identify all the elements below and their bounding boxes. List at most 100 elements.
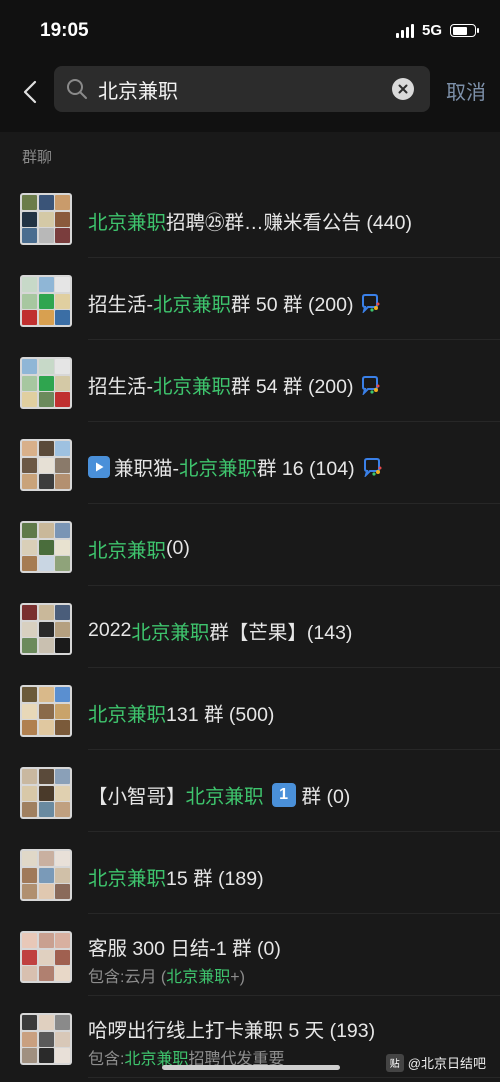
avatar-tile	[38, 769, 54, 784]
avatar	[20, 193, 72, 245]
avatar-tile	[38, 802, 54, 817]
avatar-tile	[55, 523, 70, 538]
avatar-tile	[22, 867, 37, 883]
avatar-tile	[22, 687, 37, 702]
item-title: 北京兼职 招聘㉕群…赚米看公告 (440)	[88, 212, 412, 234]
list-item[interactable]: 兼职猫- 北京兼职群 16 (104)	[0, 422, 500, 504]
avatar-tile	[55, 785, 70, 801]
avatar-tile	[55, 539, 70, 555]
avatar-tile	[22, 802, 37, 817]
avatar-tile	[38, 851, 54, 866]
item-subtitle: 包含:云月 (北京兼职+)	[88, 969, 245, 986]
avatar-tile	[38, 277, 54, 292]
list-item[interactable]: 北京兼职 (0)	[0, 504, 500, 586]
avatar-tile	[38, 293, 54, 309]
avatar-tile	[38, 211, 54, 227]
avatar-tile	[22, 293, 37, 309]
avatar-tile	[55, 310, 70, 325]
avatar-tile	[55, 1015, 70, 1030]
list-item[interactable]: 北京兼职 15 群 (189)	[0, 832, 500, 914]
avatar-tile	[38, 539, 54, 555]
avatar-tile	[38, 474, 54, 489]
avatar-tile	[55, 441, 70, 456]
avatar-tile	[38, 933, 54, 948]
avatar-tile	[55, 621, 70, 637]
back-button[interactable]	[14, 76, 46, 108]
avatar	[20, 1013, 72, 1065]
avatar-tile	[55, 293, 70, 309]
item-title: 招生活- 北京兼职群 50 群 (200)	[88, 288, 381, 317]
avatar-tile	[22, 720, 37, 735]
network-label: 5G	[421, 22, 442, 39]
enterprise-chat-icon	[363, 457, 382, 477]
item-title: 招生活- 北京兼职群 54 群 (200)	[88, 370, 381, 399]
clear-icon[interactable]	[392, 78, 414, 100]
list-item[interactable]: 北京兼职 招聘㉕群…赚米看公告 (440)	[0, 176, 500, 258]
avatar-tile	[38, 605, 54, 620]
avatar-tile	[55, 949, 70, 965]
avatar-tile	[22, 457, 37, 473]
avatar-tile	[22, 638, 37, 653]
cancel-button[interactable]: 取消	[446, 76, 486, 105]
results-list: 北京兼职 招聘㉕群…赚米看公告 (440) 招生活- 北京兼职群 50 群 (200…	[0, 176, 500, 1078]
avatar-tile	[55, 556, 70, 571]
search-box[interactable]	[54, 66, 430, 112]
home-indicator[interactable]	[162, 1065, 340, 1070]
list-item[interactable]: 客服 300 日结-1 群 (0) 包含:云月 (北京兼职+)	[0, 914, 500, 996]
avatar	[20, 685, 72, 737]
avatar-tile	[55, 703, 70, 719]
avatar-tile	[38, 392, 54, 407]
signal-icon	[395, 23, 414, 38]
avatar-tile	[38, 310, 54, 325]
avatar-tile	[22, 228, 37, 243]
item-title: 哈啰出行线上打卡兼职 5 天 (193)	[88, 1020, 376, 1042]
status-time: 19:05	[40, 20, 89, 41]
avatar-tile	[38, 1048, 54, 1063]
avatar	[20, 931, 72, 983]
avatar	[20, 849, 72, 901]
status-icons: 5G	[395, 22, 479, 39]
avatar	[20, 439, 72, 491]
avatar-tile	[22, 1031, 37, 1047]
number-one-icon: 1	[271, 782, 296, 807]
list-item[interactable]: 北京兼职 131 群 (500)	[0, 668, 500, 750]
avatar-tile	[38, 457, 54, 473]
avatar-tile	[22, 441, 37, 456]
search-input[interactable]	[98, 66, 378, 112]
item-title: 2022 北京兼职 群【芒果】(143)	[88, 619, 353, 644]
avatar-tile	[22, 277, 37, 292]
avatar-tile	[55, 457, 70, 473]
avatar-tile	[55, 769, 70, 784]
avatar-tile	[22, 359, 37, 374]
chevron-left-icon	[23, 80, 37, 104]
avatar-tile	[55, 195, 70, 210]
avatar-tile	[38, 785, 54, 801]
avatar-tile	[55, 966, 70, 981]
avatar-tile	[38, 375, 54, 391]
list-item[interactable]: 招生活- 北京兼职群 50 群 (200)	[0, 258, 500, 340]
list-item[interactable]: 【小智哥】 北京兼职 1 群 (0)	[0, 750, 500, 832]
watermark: 贴 @北京日结吧	[385, 1053, 486, 1072]
avatar-tile	[55, 277, 70, 292]
list-item[interactable]: 招生活- 北京兼职群 54 群 (200)	[0, 340, 500, 422]
avatar-tile	[55, 359, 70, 374]
avatar-tile	[55, 933, 70, 948]
avatar-tile	[22, 703, 37, 719]
avatar-tile	[38, 720, 54, 735]
avatar-tile	[22, 621, 37, 637]
avatar-tile	[22, 949, 37, 965]
avatar-tile	[55, 851, 70, 866]
avatar-tile	[38, 1031, 54, 1047]
avatar-tile	[38, 703, 54, 719]
avatar	[20, 275, 72, 327]
avatar-tile	[22, 966, 37, 981]
avatar-tile	[38, 523, 54, 538]
avatar-tile	[38, 638, 54, 653]
avatar-tile	[55, 474, 70, 489]
list-item[interactable]: 2022 北京兼职 群【芒果】(143)	[0, 586, 500, 668]
item-title: 【小智哥】 北京兼职 1 群 (0)	[88, 780, 350, 809]
avatar-tile	[22, 392, 37, 407]
avatar-tile	[55, 802, 70, 817]
avatar-tile	[55, 638, 70, 653]
avatar-tile	[38, 228, 54, 243]
